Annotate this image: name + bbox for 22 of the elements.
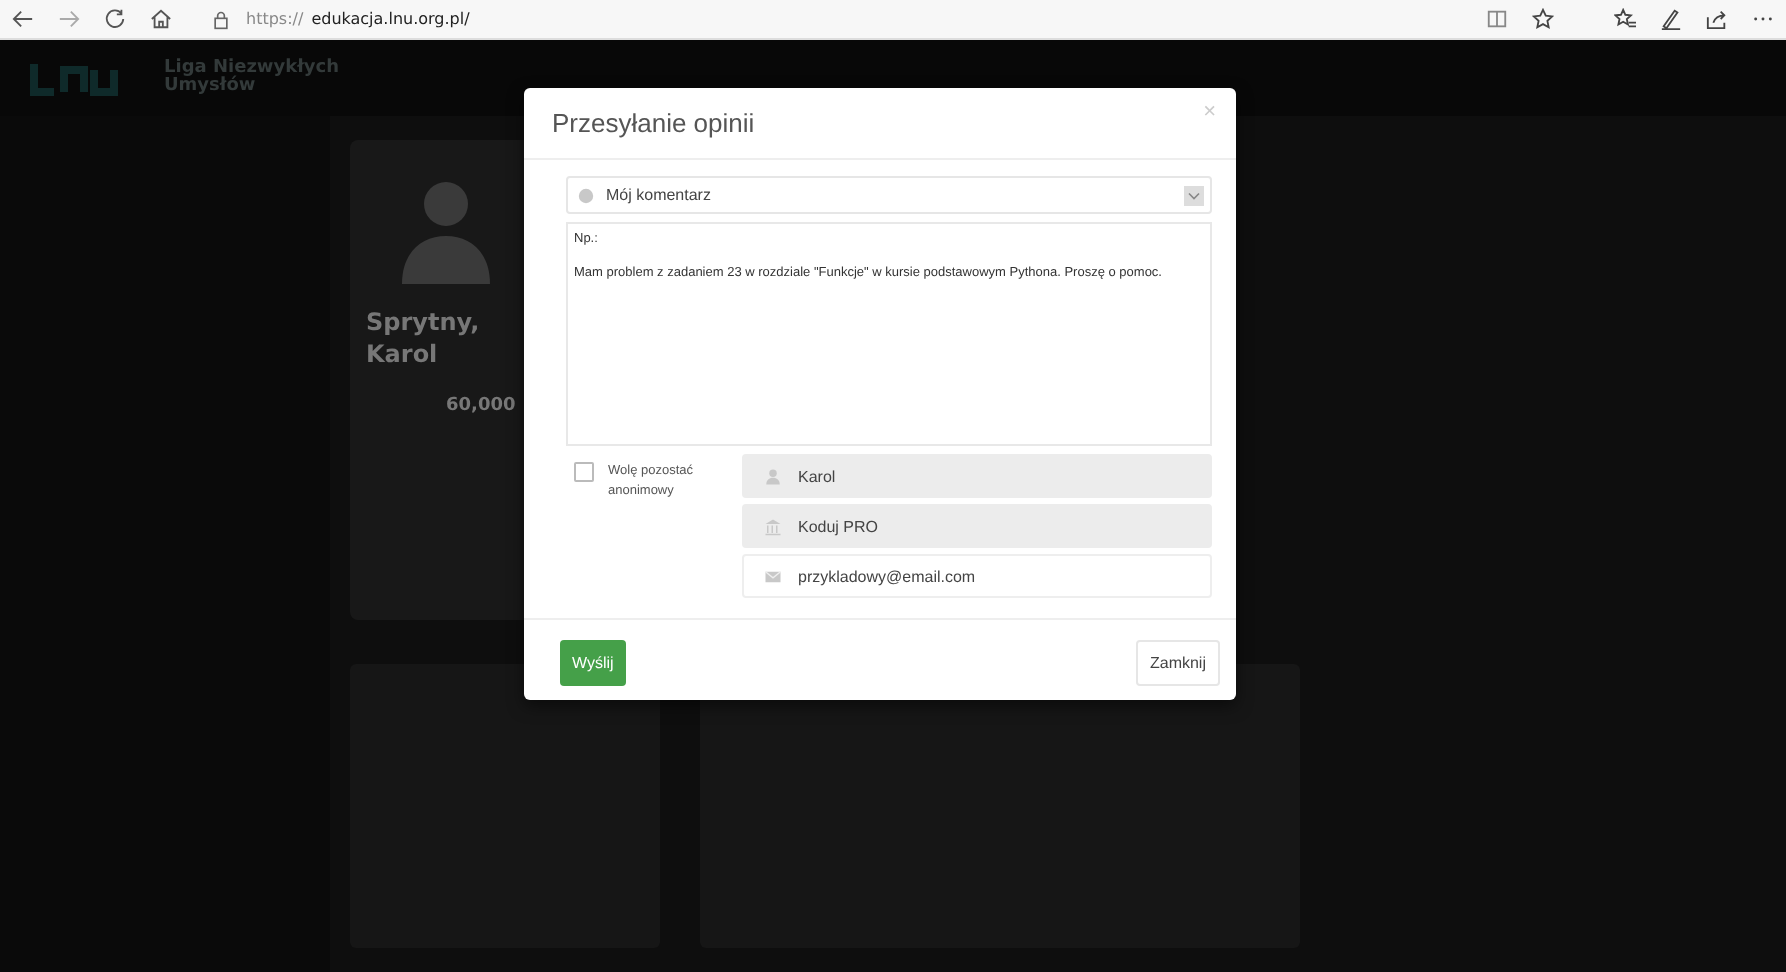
back-icon[interactable] [12,8,34,30]
refresh-icon[interactable] [104,8,126,30]
anonymous-checkbox[interactable] [574,462,594,482]
share-icon[interactable] [1706,8,1728,30]
star-icon[interactable] [1532,8,1554,30]
close-dialog-button[interactable]: Zamknij [1135,640,1220,686]
person-icon [764,467,782,485]
favorites-icon[interactable] [1614,8,1636,30]
dropdown-icon [1184,185,1204,205]
envelope-icon [764,567,782,585]
email-field[interactable]: przykladowy@email.com [742,554,1212,598]
address-field[interactable]: https:// edukacja.lnu.org.pl/ [212,9,470,29]
pen-icon[interactable] [1660,8,1682,30]
profile-name: Sprytny, [366,308,482,336]
home-icon[interactable] [150,8,172,30]
points-value: 60,000 [446,396,518,416]
building-icon [764,517,782,535]
dialog-title: Przesyłanie opinii [552,108,755,138]
category-select[interactable]: Mój komentarz [566,176,1212,214]
reading-view-icon[interactable] [1486,8,1508,30]
profile-first-name: Karol [366,340,440,368]
lock-icon [212,9,230,29]
